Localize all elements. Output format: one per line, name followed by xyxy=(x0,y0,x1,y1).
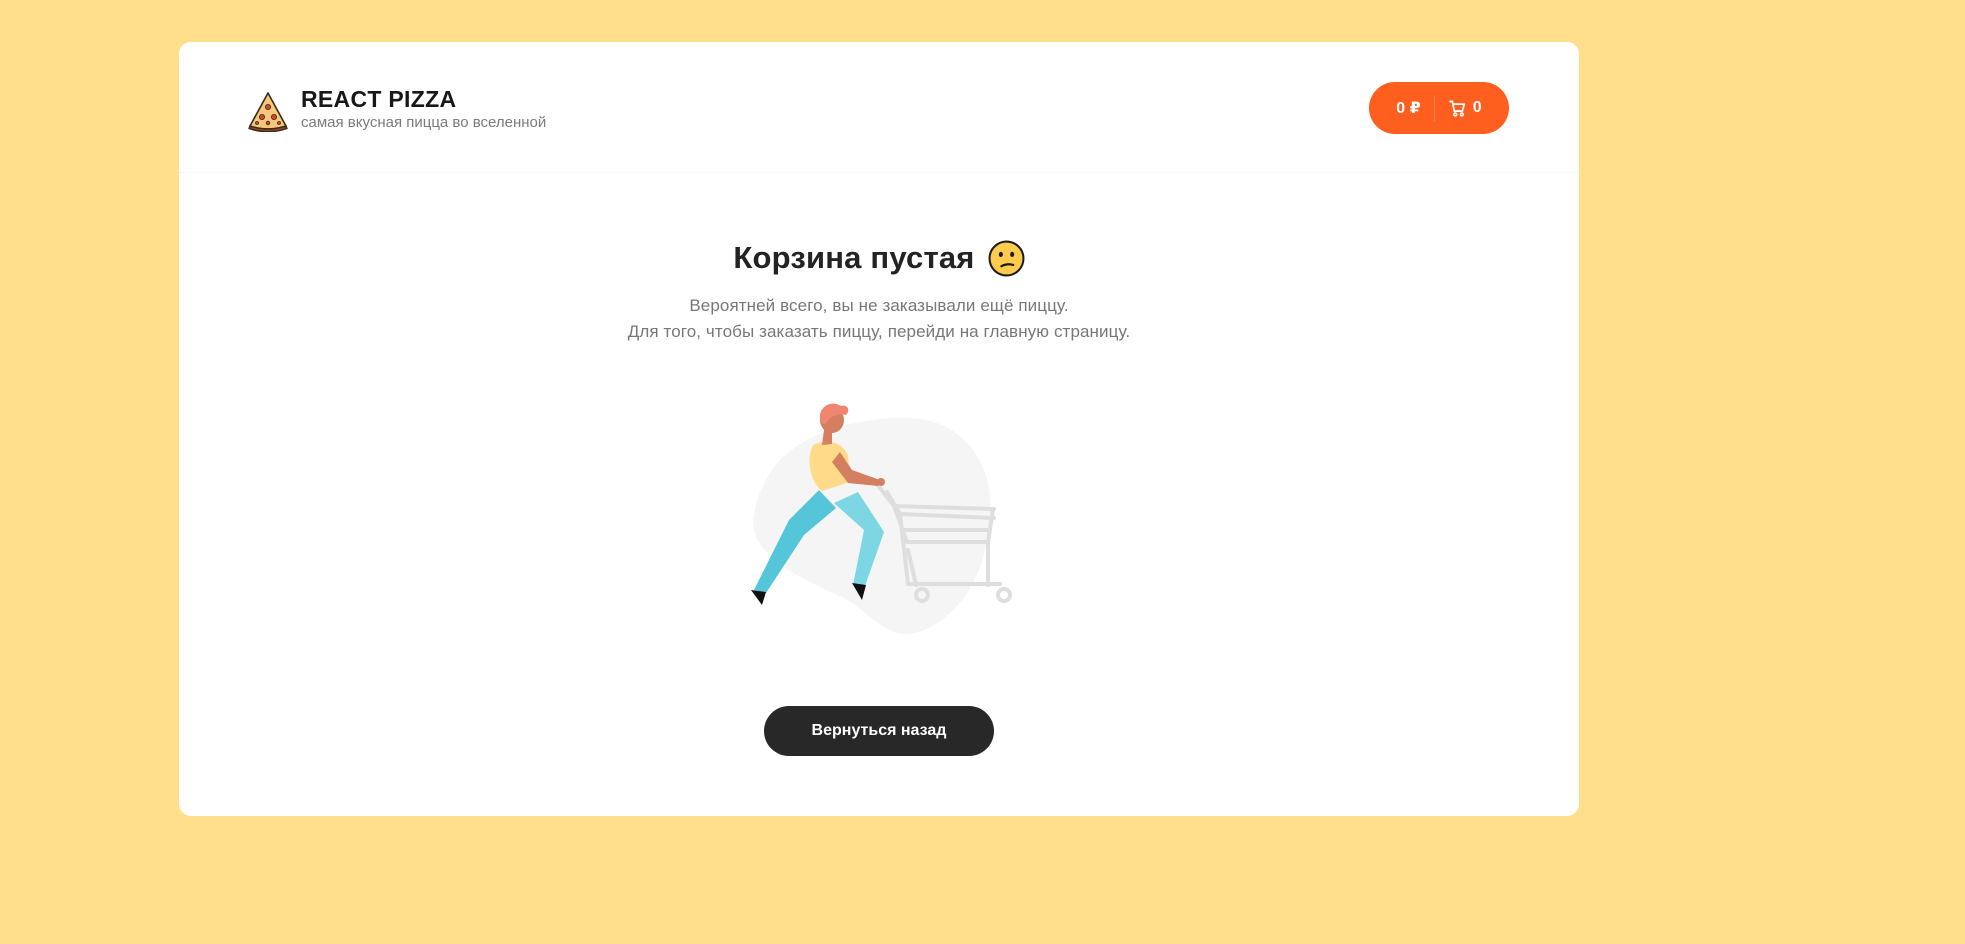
header: REACT PIZZA самая вкусная пицца во вселе… xyxy=(179,42,1579,173)
cart-price: 0 ₽ xyxy=(1396,100,1421,117)
empty-cart-line-2: Для того, чтобы заказать пиццу, перейди … xyxy=(627,322,1131,341)
back-button[interactable]: Вернуться назад xyxy=(764,706,994,756)
empty-cart-illustration xyxy=(751,403,1012,635)
confused-face-emoji-icon xyxy=(988,240,1025,276)
empty-cart-line-1: Вероятней всего, вы не заказывали ещё пи… xyxy=(689,296,1069,315)
cart-count: 0 xyxy=(1472,99,1482,116)
logo-title: REACT PIZZA xyxy=(301,86,457,112)
cart-icon xyxy=(1448,100,1465,117)
page-wrapper: REACT PIZZA самая вкусная пицца во вселе… xyxy=(179,42,1579,816)
empty-cart-title-row: Корзина пустая xyxy=(179,238,1579,278)
logo[interactable]: REACT PIZZA самая вкусная пицца во вселе… xyxy=(247,86,546,133)
cart-button[interactable]: 0 ₽ 0 xyxy=(1369,82,1509,134)
pizza-logo-icon xyxy=(248,91,288,132)
empty-cart-title: Корзина пустая xyxy=(733,240,975,275)
logo-subtitle: самая вкусная пицца во вселенной xyxy=(301,114,547,131)
cart-count-wrap: 0 xyxy=(1435,99,1482,117)
empty-cart-section: Корзина пустая Вероятней всего, вы не за… xyxy=(179,238,1579,756)
logo-text: REACT PIZZA самая вкусная пицца во вселе… xyxy=(301,86,546,133)
empty-cart-description: Вероятней всего, вы не заказывали ещё пи… xyxy=(179,293,1579,345)
